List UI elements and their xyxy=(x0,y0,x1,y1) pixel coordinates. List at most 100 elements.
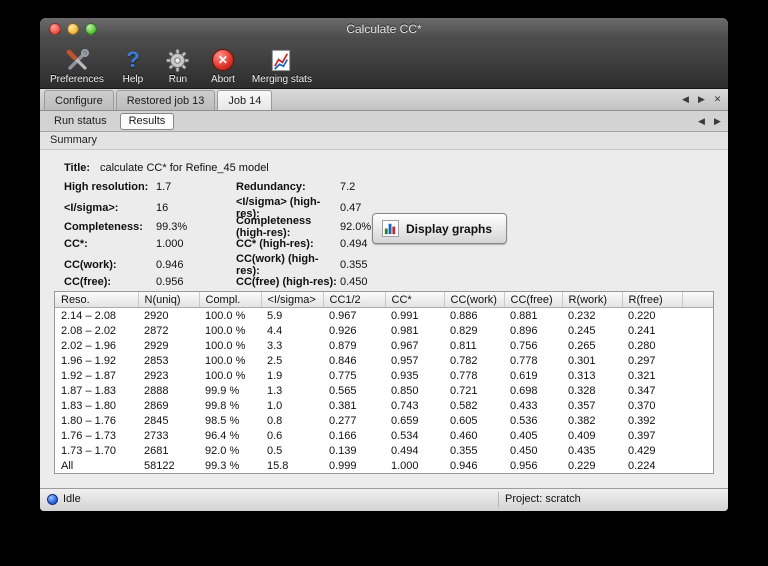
table-cell-filler xyxy=(682,443,713,458)
tab-scroll-right-icon[interactable]: ▶ xyxy=(696,93,707,105)
job-tab-bar: Configure Restored job 13 Job 14 ◀ ▶ ✕ xyxy=(40,89,728,111)
table-cell: 0.881 xyxy=(510,309,538,322)
table-cell: 0.450 xyxy=(510,444,538,457)
table-cell: 100.0 % xyxy=(205,339,246,352)
table-cell-filler xyxy=(682,428,713,443)
table-cell: 0.405 xyxy=(510,429,538,442)
summary-value: 99.3% xyxy=(156,221,188,233)
toolbar-button-abort[interactable]: ✕ Abort xyxy=(207,47,239,85)
close-window-button[interactable] xyxy=(49,23,61,35)
table-row[interactable]: 1.73 – 1.70 2681 92.0 % 0.5 0.139 0.494 0.355 0… xyxy=(55,443,713,458)
table-row[interactable]: 1.83 – 1.80 2869 99.8 % 1.0 0.381 0.743 0.582 0… xyxy=(55,398,713,413)
summary-value: 0.450 xyxy=(340,275,368,288)
tab-run-status[interactable]: Run status xyxy=(46,114,115,129)
column-header[interactable]: CC1/2 xyxy=(323,292,386,308)
column-header[interactable]: Reso. xyxy=(55,292,139,308)
tab-scroll-left-icon[interactable]: ◀ xyxy=(680,93,691,105)
tab-scroll-right-icon[interactable]: ▶ xyxy=(712,115,723,127)
column-header[interactable]: R(free) xyxy=(622,292,683,308)
column-header[interactable]: R(work) xyxy=(562,292,623,308)
merging-stats-icon xyxy=(269,47,294,73)
table-cell: 2845 xyxy=(144,414,169,427)
tab-configure[interactable]: Configure xyxy=(44,90,114,110)
tab-results[interactable]: Results xyxy=(119,112,175,130)
table-row[interactable]: 2.08 – 2.02 2872 100.0 % 4.4 0.926 0.981 0.829… xyxy=(55,323,713,338)
table-cell: 1.96 – 1.92 xyxy=(61,354,117,367)
table-cell: 0.879 xyxy=(329,339,357,352)
toolbar: Preferences ? Help Run ✕ Abort Merging s… xyxy=(40,40,728,89)
column-header[interactable]: <I/sigma> xyxy=(261,292,324,308)
table-cell: 0.967 xyxy=(329,309,357,322)
column-header[interactable]: CC(free) xyxy=(504,292,563,308)
column-header-filler xyxy=(682,292,713,308)
table-cell: 0.536 xyxy=(510,414,538,427)
tab-restored-job-13[interactable]: Restored job 13 xyxy=(115,90,216,110)
summary-value: 16 xyxy=(156,202,169,214)
minimize-window-button[interactable] xyxy=(67,23,79,35)
table-row[interactable]: 1.76 – 1.73 2733 96.4 % 0.6 0.166 0.534 0.460 0… xyxy=(55,428,713,443)
table-row[interactable]: 2.14 – 2.08 2920 100.0 % 5.9 0.967 0.991 0.886… xyxy=(55,308,713,324)
table-cell: 0.397 xyxy=(628,429,656,442)
table-row[interactable]: 1.87 – 1.83 2888 99.9 % 1.3 0.565 0.850 0.721 0… xyxy=(55,383,713,398)
table-cell: 99.9 % xyxy=(205,384,240,397)
abort-icon: ✕ xyxy=(211,47,234,73)
tab-close-icon[interactable]: ✕ xyxy=(712,93,723,105)
table-cell: 0.232 xyxy=(568,309,596,322)
toolbar-button-run[interactable]: Run xyxy=(162,47,194,85)
table-cell: 0.721 xyxy=(450,384,478,397)
run-gear-icon xyxy=(165,47,190,73)
table-cell: 0.382 xyxy=(568,414,596,427)
table-cell: 0.850 xyxy=(391,384,419,397)
summary-title-row: Title: calculate CC* for Refine_45 model xyxy=(64,158,728,177)
table-cell: 0.224 xyxy=(628,459,656,472)
table-row[interactable]: 2.02 – 1.96 2929 100.0 % 3.3 0.879 0.967 0.811… xyxy=(55,338,713,353)
preferences-icon xyxy=(64,47,90,73)
toolbar-button-help[interactable]: ? Help xyxy=(117,47,149,86)
tab-job-14[interactable]: Job 14 xyxy=(217,90,273,110)
table-cell: 0.967 xyxy=(391,339,419,352)
help-icon: ? xyxy=(126,47,140,72)
table-cell: 0.328 xyxy=(568,384,596,397)
table-cell: 0.392 xyxy=(628,414,656,427)
table-row[interactable]: 1.92 – 1.87 2923 100.0 % 1.9 0.775 0.935 0.778… xyxy=(55,368,713,383)
status-led-icon xyxy=(47,494,58,505)
toolbar-button-merging-stats[interactable]: Merging stats xyxy=(252,47,312,85)
display-graphs-button[interactable]: Display graphs xyxy=(372,213,508,244)
table-cell: 4.4 xyxy=(267,324,283,337)
table-row[interactable]: 1.80 – 1.76 2845 98.5 % 0.8 0.277 0.659 0.605 0… xyxy=(55,413,713,428)
table-cell: 100.0 % xyxy=(205,324,246,337)
toolbar-button-preferences[interactable]: Preferences xyxy=(50,47,104,85)
table-cell: All xyxy=(61,459,74,472)
summary-label: <I/sigma>: xyxy=(64,202,119,214)
table-cell: 0.220 xyxy=(628,309,656,322)
job-tab-controls: ◀ ▶ ✕ xyxy=(680,93,723,105)
table-cell: 0.429 xyxy=(628,444,656,457)
summary-title-value: calculate CC* for Refine_45 model xyxy=(100,161,269,174)
summary-label: High resolution: xyxy=(64,180,149,193)
column-header[interactable]: CC* xyxy=(385,292,445,308)
table-cell: 0.619 xyxy=(510,369,538,382)
summary-label: CC(free): xyxy=(64,275,112,288)
tab-scroll-left-icon[interactable]: ◀ xyxy=(696,115,707,127)
table-cell: 0.698 xyxy=(510,384,538,397)
table-row[interactable]: 1.96 – 1.92 2853 100.0 % 2.5 0.846 0.957 0.782… xyxy=(55,353,713,368)
table-cell: 0.743 xyxy=(391,399,419,412)
table-cell-filler xyxy=(682,398,713,413)
table-row[interactable]: All 58122 99.3 % 15.8 0.999 1.000 0.946 0.956 0.… xyxy=(55,458,713,473)
column-header[interactable]: N(uniq) xyxy=(138,292,200,308)
table-cell: 0.778 xyxy=(450,369,478,382)
summary-row: CC(work): 0.946 CC(work) (high-res): 0.3… xyxy=(64,253,728,277)
table-cell: 0.957 xyxy=(391,354,419,367)
table-cell: 5.9 xyxy=(267,309,283,322)
summary-row: CC(free): 0.956 CC(free) (high-res): 0.4… xyxy=(64,272,728,291)
table-cell: 1.000 xyxy=(391,459,419,472)
toolbar-label: Preferences xyxy=(50,74,104,85)
column-header[interactable]: CC(work) xyxy=(444,292,505,308)
table-cell: 98.5 % xyxy=(205,414,240,427)
summary-label: CC* (high-res): xyxy=(236,237,314,250)
zoom-window-button[interactable] xyxy=(85,23,97,35)
column-header[interactable]: Compl. xyxy=(199,292,262,308)
table-cell: 0.6 xyxy=(267,429,283,442)
table-cell: 0.280 xyxy=(628,339,656,352)
traffic-lights xyxy=(49,23,97,35)
